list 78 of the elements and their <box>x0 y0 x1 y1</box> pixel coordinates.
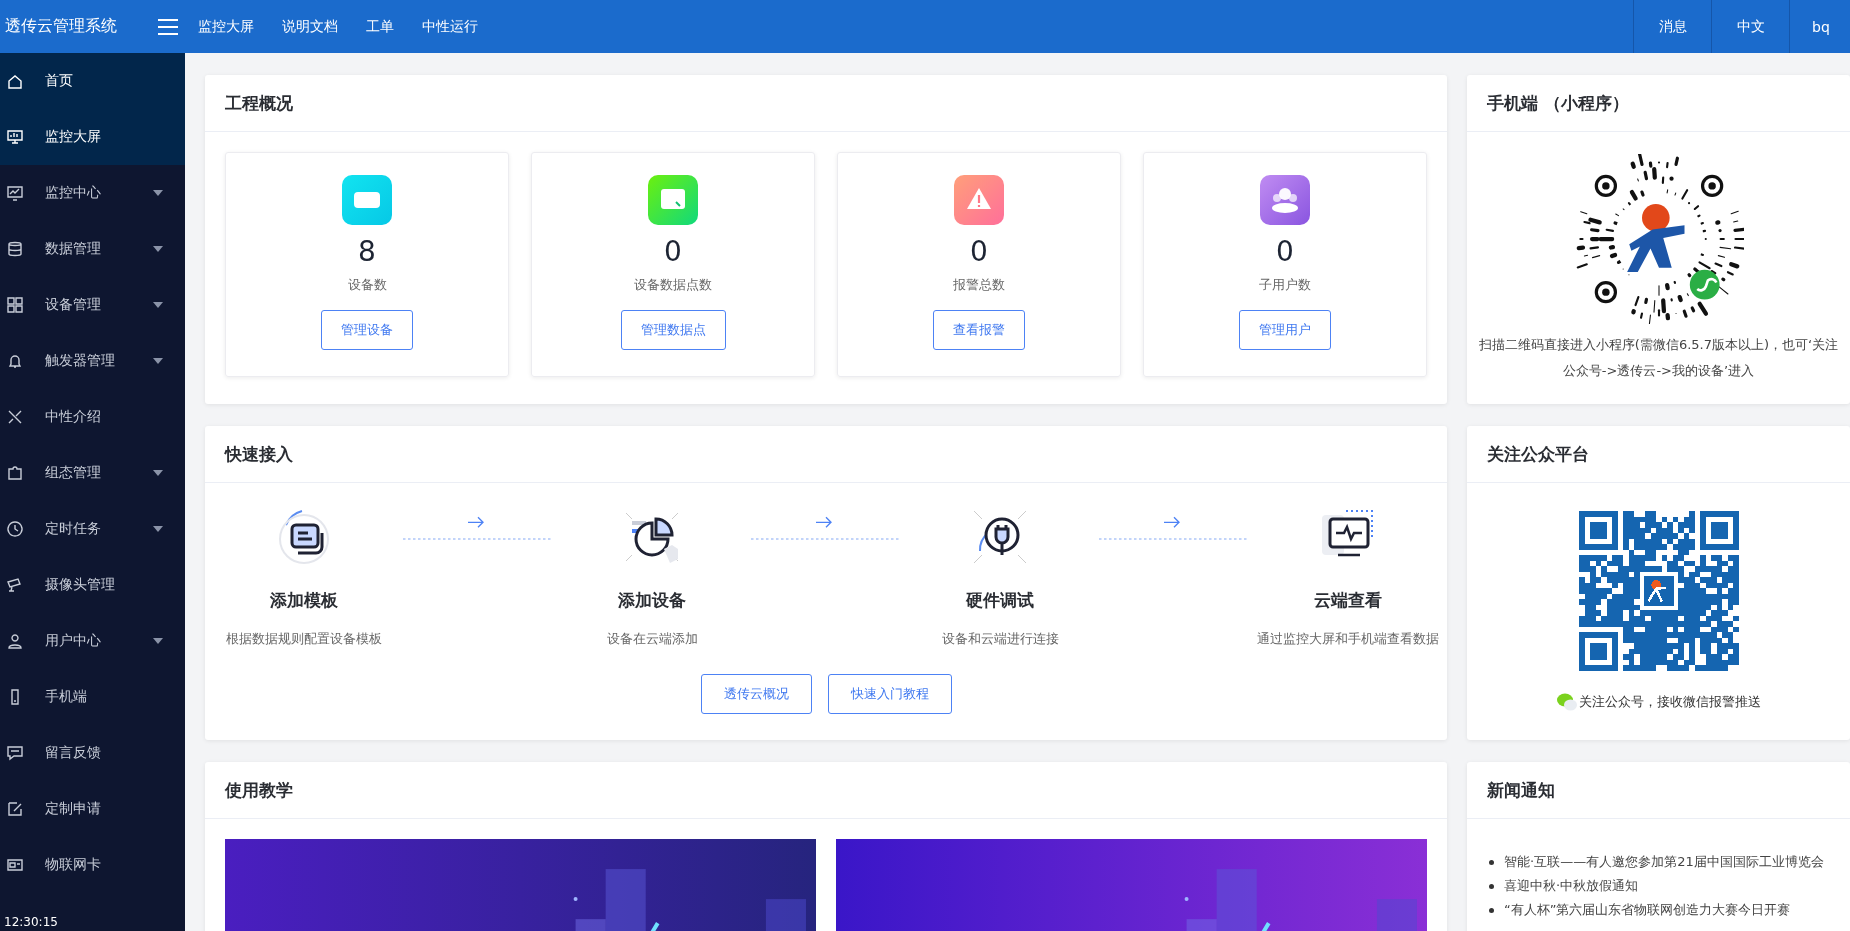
users-icon <box>1260 175 1310 225</box>
stat-value: 0 <box>970 235 988 268</box>
bell-icon <box>6 352 24 370</box>
bullet-icon <box>1489 907 1494 913</box>
step-title: 硬件调试 <box>966 589 1034 612</box>
card-title: 工程概况 <box>225 91 293 115</box>
stat-value: 0 <box>1276 235 1294 268</box>
nav-link[interactable]: 工单 <box>366 17 394 36</box>
sidebar-item[interactable]: 手机端 <box>0 669 185 725</box>
link-button[interactable]: 快速入门教程 <box>827 674 952 714</box>
step-description: 设备在云端添加 <box>606 630 698 648</box>
menu-icon[interactable] <box>158 18 178 35</box>
step-description: 设备和云端进行连接 <box>941 630 1059 648</box>
header-menu-item[interactable]: 消息 <box>1633 0 1711 53</box>
stat-label: 报警总数 <box>953 276 1005 294</box>
sidebar-item[interactable]: 留言反馈 <box>0 725 185 781</box>
card-title: 使用教学 <box>225 778 293 802</box>
stat-label: 子用户数 <box>1259 276 1311 294</box>
stat-button[interactable]: 管理设备 <box>321 310 413 350</box>
warning-icon <box>954 175 1004 225</box>
sidebar-item[interactable]: 物联网卡 <box>0 837 185 893</box>
chat-icon <box>6 744 24 762</box>
header-menu-item[interactable]: 中文 <box>1711 0 1789 53</box>
step-title: 云端查看 <box>1314 589 1382 612</box>
stat-button[interactable]: 管理用户 <box>1239 310 1331 350</box>
user-icon <box>6 632 24 650</box>
nav-link[interactable]: 监控大屏 <box>198 17 254 36</box>
header-menu-item[interactable]: bq <box>1789 0 1850 53</box>
clock-icon <box>6 520 24 538</box>
chat-bubbles-icon <box>1556 693 1577 711</box>
link-button[interactable]: 透传云概况 <box>700 674 812 714</box>
bullet-icon <box>1489 859 1494 865</box>
sidebar-item[interactable]: 触发器管理 <box>0 333 185 389</box>
card-title: 关注公众平台 <box>1487 442 1589 466</box>
card-title: 新闻通知 <box>1487 778 1555 802</box>
camera-icon <box>6 576 24 594</box>
sidebar-item[interactable]: 监控大屏 <box>0 109 185 165</box>
card-title: 快速接入 <box>225 442 293 466</box>
home-icon <box>6 72 24 90</box>
news-link[interactable]: “有人杯”第六届山东省物联网创造力大赛今日开赛 <box>1504 901 1791 919</box>
database-icon <box>6 240 24 258</box>
step-description: 根据数据规则配置设备模板 <box>226 630 382 648</box>
stat-value: 0 <box>664 235 682 268</box>
chart-tile-icon <box>648 175 698 225</box>
bullet-icon <box>1489 883 1494 889</box>
sidebar-item[interactable]: 数据管理 <box>0 221 185 277</box>
sidebar-item[interactable]: 首页 <box>0 53 185 109</box>
stat-label: 设备数据点数 <box>634 276 712 294</box>
sidebar-item[interactable]: 定时任务 <box>0 501 185 557</box>
monitor-icon <box>6 128 24 146</box>
sidebar-item[interactable]: 摄像头管理 <box>0 557 185 613</box>
sidebar-item[interactable]: 组态管理 <box>0 445 185 501</box>
news-link[interactable]: 智能·互联——有人邀您参加第21届中国国际工业博览会 <box>1504 853 1824 871</box>
nav-link[interactable]: 说明文档 <box>282 17 338 36</box>
stat-button[interactable]: 查看报警 <box>933 310 1025 350</box>
step-title: 添加模板 <box>270 589 338 612</box>
step-title: 添加设备 <box>618 589 686 612</box>
clock-time: 12:30:15 <box>4 915 58 929</box>
card-title: 手机端 （小程序） <box>1487 91 1629 115</box>
stat-value: 8 <box>358 235 376 268</box>
stat-button[interactable]: 管理数据点 <box>620 310 726 350</box>
sidebar-item[interactable]: 中性介绍 <box>0 389 185 445</box>
edit-icon <box>6 800 24 818</box>
sidebar-item[interactable]: 定制申请 <box>0 781 185 837</box>
step-description: 通过监控大屏和手机端查看数据 <box>1257 630 1439 648</box>
sidebar-item[interactable]: 设备管理 <box>0 277 185 333</box>
chart-icon <box>6 184 24 202</box>
description-text: 扫描二维码直接进入小程序(需微信6.5.7版本以上)，也可‘关注公众号->透传云->我的设备’进入 <box>1478 336 1839 380</box>
stat-label: 设备数 <box>347 276 387 294</box>
caption-text: 关注公众号，接收微信报警推送 <box>1578 693 1761 711</box>
sidebar-item[interactable]: 用户中心 <box>0 613 185 669</box>
device-icon <box>342 175 392 225</box>
app-title: 透传云管理系统 <box>5 16 118 37</box>
card-icon <box>6 856 24 874</box>
grid-icon <box>6 296 24 314</box>
sidebar-item[interactable]: 监控中心 <box>0 165 185 221</box>
nav-link[interactable]: 中性运行 <box>422 17 478 36</box>
news-link[interactable]: 喜迎中秋·中秋放假通知 <box>1504 877 1639 895</box>
